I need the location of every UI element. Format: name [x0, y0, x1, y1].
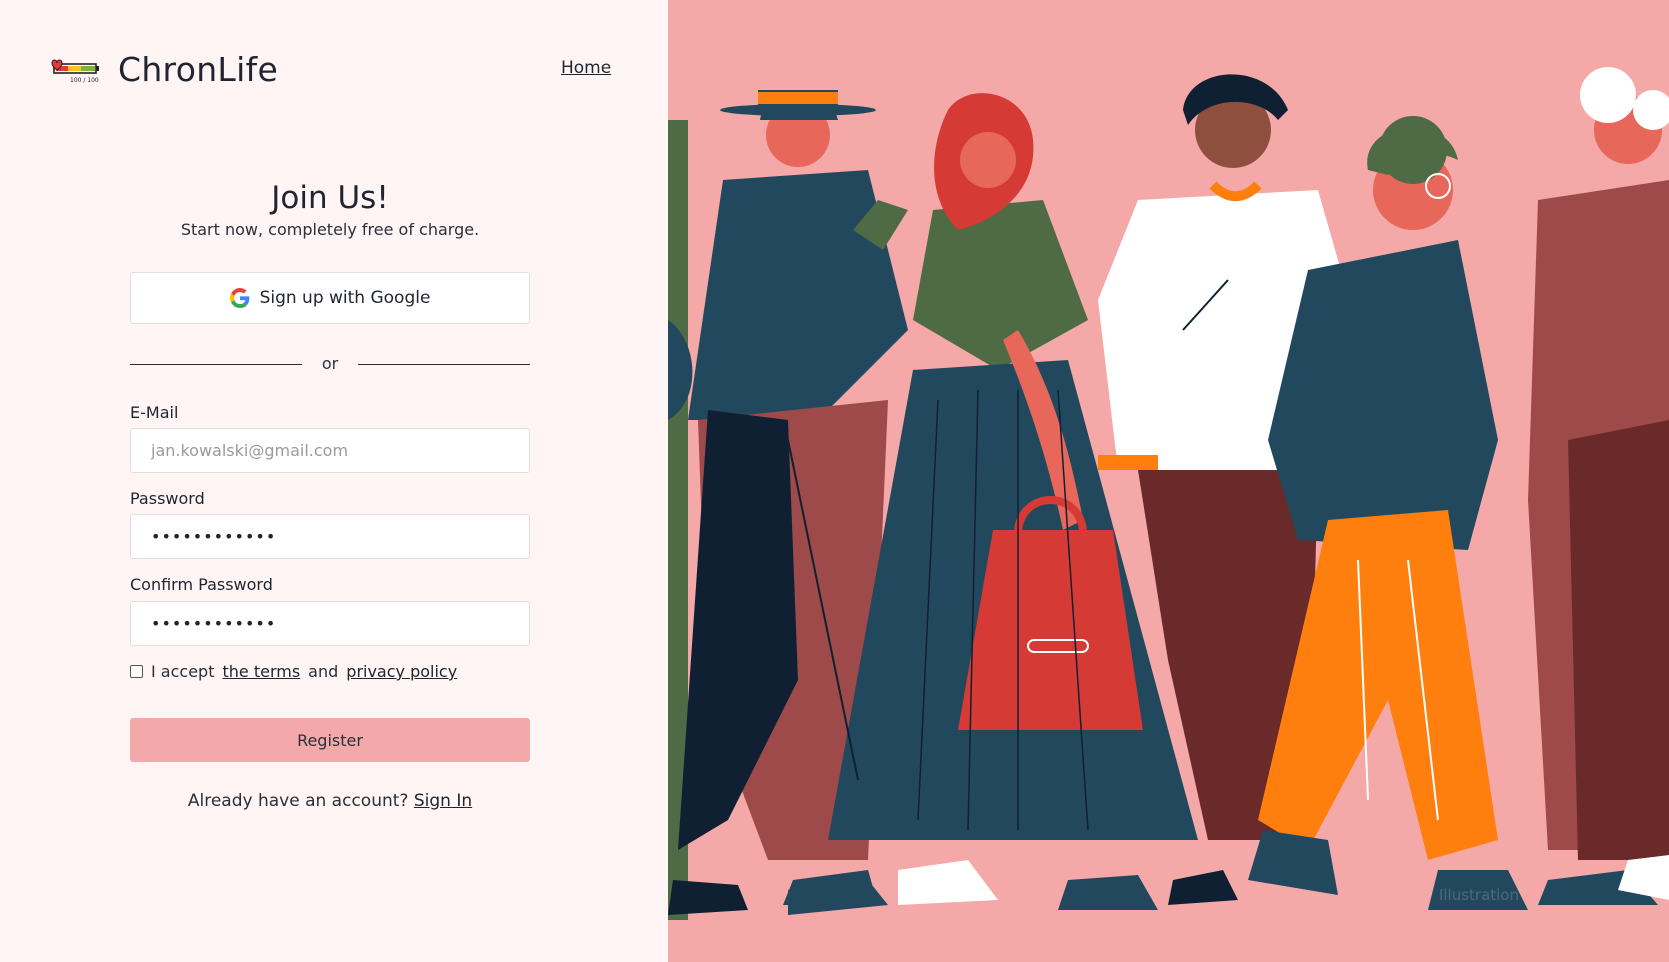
password-label: Password [130, 489, 205, 508]
signin-prompt: Already have an account? [187, 791, 409, 811]
signin-link[interactable]: Sign In [414, 791, 472, 811]
terms-and: and [308, 662, 339, 681]
illustration-panel: Illustration [668, 0, 1669, 962]
password-field[interactable] [130, 514, 530, 559]
google-icon [229, 288, 250, 308]
terms-prefix: I accept [151, 662, 215, 681]
privacy-policy-link[interactable]: privacy policy [346, 662, 457, 681]
people-walking-illustration [668, 67, 1669, 920]
register-button[interactable]: Register [130, 718, 530, 762]
or-divider: or [130, 352, 530, 376]
terms-row: I accept the terms and privacy policy [130, 662, 457, 681]
page-subtitle: Start now, completely free of charge. [180, 220, 480, 239]
google-button-label: Sign up with Google [259, 288, 431, 308]
google-signup-button[interactable]: Sign up with Google [130, 272, 530, 324]
home-link[interactable]: Home [561, 58, 611, 78]
terms-link[interactable]: the terms [222, 662, 300, 681]
left-panel: 100 / 100 ChronLife Home Join Us! Start … [0, 0, 668, 962]
battery-heart-icon: 100 / 100 [48, 55, 104, 85]
terms-checkbox[interactable] [130, 665, 143, 678]
brand-logo[interactable]: 100 / 100 ChronLife [48, 50, 278, 89]
brand-name: ChronLife [118, 50, 279, 89]
confirm-password-field[interactable] [130, 601, 530, 646]
email-label: E-Mail [130, 403, 179, 422]
illustration-caption: Illustration [1438, 886, 1519, 904]
form-header: Join Us! Start now, completely free of c… [130, 180, 530, 239]
svg-text:100 / 100: 100 / 100 [70, 77, 99, 84]
signin-row: Already have an account? Sign In [130, 791, 530, 811]
confirm-password-label: Confirm Password [130, 575, 273, 594]
divider-line [358, 364, 530, 365]
email-field[interactable] [130, 428, 530, 473]
page-title: Join Us! [271, 180, 389, 216]
